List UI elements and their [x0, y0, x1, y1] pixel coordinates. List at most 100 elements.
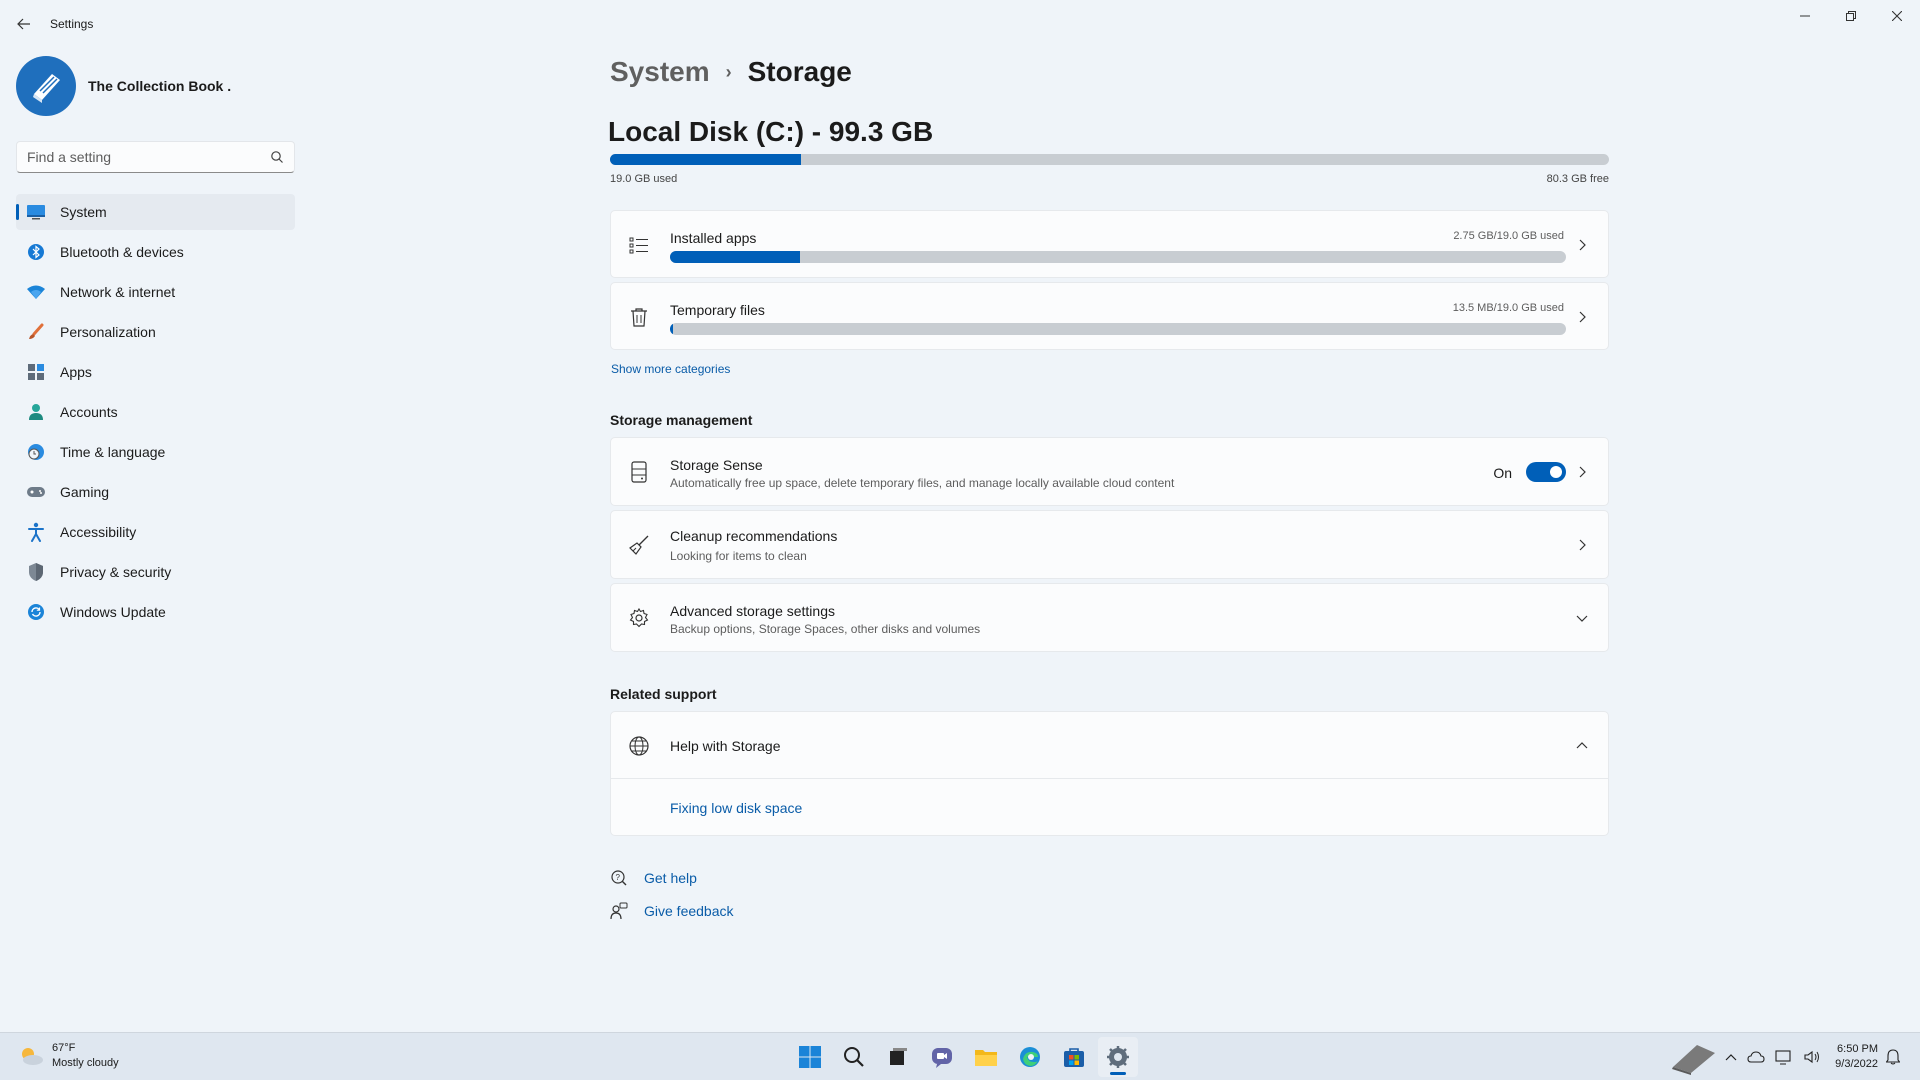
category-usage: 13.5 MB/19.0 GB used [1452, 302, 1564, 314]
store-button[interactable] [1054, 1037, 1094, 1077]
maximize-button[interactable] [1828, 0, 1874, 32]
cleanup-subtitle: Looking for items to clean [670, 549, 807, 563]
category-usage-bar [670, 323, 1566, 335]
installed-apps-card[interactable]: Installed apps 2.75 GB/19.0 GB used [610, 210, 1609, 278]
help-with-storage-card: Help with Storage Fixing low disk space [610, 711, 1609, 836]
back-button[interactable] [10, 12, 38, 36]
search-input[interactable] [17, 142, 257, 172]
monitor-icon [26, 202, 46, 222]
disk-free-label: 80.3 GB free [1546, 173, 1609, 185]
taskbar-search-button[interactable] [834, 1037, 874, 1077]
sidebar-item-label: Privacy & security [60, 564, 172, 580]
category-usage-bar [670, 251, 1566, 263]
wifi-icon [26, 282, 46, 302]
gamepad-icon [26, 482, 46, 502]
sidebar-item-network[interactable]: Network & internet [16, 274, 295, 310]
advanced-storage-settings-card[interactable]: Advanced storage settings Backup options… [610, 583, 1609, 652]
person-icon [26, 402, 46, 422]
toggle-knob [1550, 466, 1562, 478]
chevron-right-icon [1579, 311, 1586, 323]
profile-name: The Collection Book . [88, 78, 232, 94]
show-more-categories-link[interactable]: Show more categories [611, 362, 730, 376]
notification-bell-icon[interactable] [1886, 1049, 1900, 1065]
chat-icon [932, 1048, 952, 1068]
svg-text:?: ? [616, 873, 621, 882]
page-title: Storage [747, 56, 852, 87]
chevron-right-icon [1579, 466, 1586, 478]
cleanup-title: Cleanup recommendations [670, 528, 838, 544]
storage-sense-toggle[interactable] [1526, 462, 1566, 482]
sidebar-item-apps[interactable]: Apps [16, 354, 295, 390]
file-explorer-button[interactable] [966, 1037, 1006, 1077]
temporary-files-card[interactable]: Temporary files 13.5 MB/19.0 GB used [610, 282, 1609, 350]
broom-icon [627, 533, 651, 557]
shield-icon [26, 562, 46, 582]
close-button[interactable] [1874, 0, 1920, 32]
sidebar-item-time-language[interactable]: Time & language [16, 434, 295, 470]
weather-widget[interactable]: 67°F Mostly cloudy [18, 1041, 119, 1071]
sidebar-item-label: Personalization [60, 324, 156, 340]
sidebar-item-accessibility[interactable]: Accessibility [16, 514, 295, 550]
trash-icon [627, 305, 651, 329]
related-support-heading: Related support [610, 686, 717, 702]
search-box[interactable] [16, 141, 295, 173]
sidebar-item-label: Time & language [60, 444, 166, 460]
give-feedback-link[interactable]: Give feedback [610, 902, 734, 920]
sidebar-item-windows-update[interactable]: Windows Update [16, 594, 295, 630]
storage-management-heading: Storage management [610, 412, 753, 428]
sidebar-item-label: Accounts [60, 404, 118, 420]
clock[interactable]: 6:50 PM 9/3/2022 [1835, 1042, 1878, 1072]
minimize-button[interactable] [1782, 0, 1828, 32]
weather-text: 67°F Mostly cloudy [52, 1041, 119, 1071]
sidebar-item-bluetooth[interactable]: Bluetooth & devices [16, 234, 295, 270]
breadcrumb: System › Storage [610, 56, 852, 88]
sidebar-item-system[interactable]: System [16, 194, 295, 230]
edge-button[interactable] [1010, 1037, 1050, 1077]
storage-drive-icon [627, 460, 651, 484]
toggle-state-label: On [1493, 465, 1512, 481]
bluetooth-icon [26, 242, 46, 262]
get-help-link[interactable]: ? Get help [610, 869, 697, 887]
disk-usage-bar [610, 154, 1609, 165]
start-icon [799, 1046, 821, 1068]
help-with-storage-header[interactable]: Help with Storage [611, 712, 1608, 779]
store-icon [1064, 1048, 1084, 1067]
chevron-up-icon[interactable] [1725, 1052, 1737, 1062]
sidebar-item-privacy[interactable]: Privacy & security [16, 554, 295, 590]
sidebar-item-label: System [60, 204, 107, 220]
gear-icon [627, 606, 651, 630]
category-label: Installed apps [670, 230, 757, 246]
task-view-button[interactable] [878, 1037, 918, 1077]
accessibility-icon [26, 522, 46, 542]
book-watermark-icon [1672, 1045, 1716, 1075]
fixing-low-disk-space-link[interactable]: Fixing low disk space [670, 800, 802, 816]
sidebar-item-label: Network & internet [60, 284, 176, 300]
category-usage-fill [670, 323, 673, 335]
give-feedback-label: Give feedback [644, 903, 734, 919]
category-usage: 2.75 GB/19.0 GB used [1453, 230, 1564, 242]
apps-icon [26, 362, 46, 382]
start-button[interactable] [790, 1037, 830, 1077]
volume-icon[interactable] [1803, 1049, 1821, 1065]
chevron-right-icon [1579, 539, 1586, 551]
cleanup-recommendations-card[interactable]: Cleanup recommendations Looking for item… [610, 510, 1609, 579]
list-icon [627, 233, 651, 257]
chevron-down-icon [1576, 615, 1588, 622]
sidebar-item-label: Bluetooth & devices [60, 244, 184, 260]
breadcrumb-system[interactable]: System [610, 56, 710, 88]
settings-app-button[interactable] [1098, 1037, 1138, 1077]
storage-sense-subtitle: Automatically free up space, delete temp… [670, 476, 1175, 490]
user-profile[interactable]: The Collection Book . [16, 56, 231, 116]
task-view-icon [890, 1048, 907, 1065]
sidebar-item-accounts[interactable]: Accounts [16, 394, 295, 430]
avatar [16, 56, 76, 116]
onedrive-icon[interactable] [1747, 1050, 1765, 1064]
sidebar-item-personalization[interactable]: Personalization [16, 314, 295, 350]
sidebar-item-label: Windows Update [60, 604, 166, 620]
sidebar-item-gaming[interactable]: Gaming [16, 474, 295, 510]
disk-used-label: 19.0 GB used [610, 173, 678, 185]
get-help-label: Get help [644, 870, 697, 886]
storage-sense-card[interactable]: Storage Sense Automatically free up spac… [610, 437, 1609, 506]
chat-button[interactable] [922, 1037, 962, 1077]
network-icon[interactable] [1775, 1049, 1793, 1065]
